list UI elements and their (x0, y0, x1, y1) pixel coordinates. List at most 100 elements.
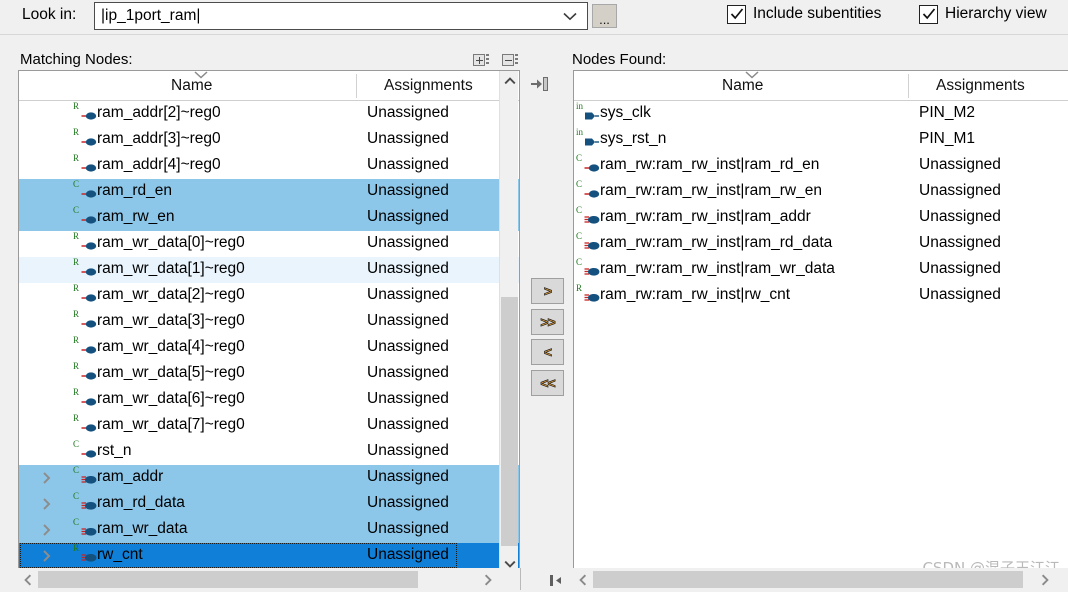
table-row[interactable]: Cram_wr_data Unassigned (19, 517, 519, 543)
table-row[interactable]: Rram_wr_data[7]~reg0 Unassigned (19, 413, 519, 439)
node-name: ram_wr_data[2]~reg0 (97, 286, 245, 303)
combinational-node-icon: C (73, 180, 97, 201)
table-row[interactable]: in sys_clk PIN_M2 (574, 101, 1068, 127)
nodes-found-hscrollbar[interactable] (573, 570, 1068, 589)
scroll-right-icon[interactable] (478, 570, 497, 589)
add-selected-button[interactable]: > (531, 278, 564, 304)
table-row[interactable]: Cram_rw_en Unassigned (19, 205, 519, 231)
hierarchy-view-label[interactable]: Hierarchy view (945, 5, 1047, 23)
expand-all-icon[interactable] (473, 54, 490, 69)
node-name: ram_rw_en (97, 208, 175, 225)
node-name: ram_wr_data[3]~reg0 (97, 312, 245, 329)
node-name: ram_wr_data[0]~reg0 (97, 234, 245, 251)
matching-nodes-vscrollbar[interactable] (499, 71, 518, 573)
column-header-assignments[interactable]: Assignments (936, 77, 1025, 95)
table-row[interactable]: Rram_wr_data[3]~reg0 Unassigned (19, 309, 519, 335)
table-row[interactable]: Rram_wr_data[0]~reg0 Unassigned (19, 231, 519, 257)
table-row[interactable]: Rram_wr_data[2]~reg0 Unassigned (19, 283, 519, 309)
table-row[interactable]: in sys_rst_n PIN_M1 (574, 127, 1068, 153)
scroll-left-icon[interactable] (18, 570, 37, 589)
table-row[interactable]: Rram_wr_data[4]~reg0 Unassigned (19, 335, 519, 361)
table-row[interactable]: Rram_wr_data[1]~reg0 Unassigned (19, 257, 519, 283)
column-header-name[interactable]: Name (722, 77, 763, 95)
table-row[interactable]: Rram_rw:ram_rw_inst|rw_cnt Unassigned (574, 283, 1068, 309)
table-row[interactable]: Cram_rw:ram_rw_inst|ram_rw_en Unassigned (574, 179, 1068, 205)
node-name: rst_n (97, 442, 132, 459)
register-node-icon: R (73, 336, 97, 357)
table-row[interactable]: Cram_rw:ram_rw_inst|ram_rd_en Unassigned (574, 153, 1068, 179)
browse-button[interactable]: ... (592, 4, 617, 28)
table-row[interactable]: Crst_n Unassigned (19, 439, 519, 465)
include-subentities-label[interactable]: Include subentities (753, 5, 881, 23)
matching-nodes-column-header: Name Assignments (19, 71, 519, 101)
input-pin-icon: in (576, 102, 599, 123)
table-row[interactable]: Cram_rw:ram_rw_inst|ram_addr Unassigned (574, 205, 1068, 231)
resize-grip-icon[interactable] (549, 574, 566, 589)
column-header-assignments[interactable]: Assignments (384, 77, 473, 95)
table-row[interactable]: Rrw_cnt Unassigned (19, 543, 519, 569)
node-name: ram_addr (97, 468, 164, 485)
toolbar-divider (0, 34, 1068, 35)
hierarchy-view-checkbox[interactable] (919, 5, 938, 24)
nodes-found-list[interactable]: Name Assignments in sys_clk PIN_M2 in sys_rs… (573, 70, 1068, 574)
node-assignment: Unassigned (919, 182, 1001, 199)
chevron-right-icon[interactable] (41, 471, 55, 485)
table-row[interactable]: Rram_wr_data[6]~reg0 Unassigned (19, 387, 519, 413)
table-row[interactable]: Rram_addr[4]~reg0 Unassigned (19, 153, 519, 179)
table-row[interactable]: Cram_rw:ram_rw_inst|ram_wr_data Unassigne… (574, 257, 1068, 283)
node-assignment: Unassigned (919, 260, 1001, 277)
chevron-right-icon[interactable] (41, 523, 55, 537)
table-row[interactable]: Rram_wr_data[5]~reg0 Unassigned (19, 361, 519, 387)
table-row[interactable]: Rram_addr[2]~reg0 Unassigned (19, 101, 519, 127)
remove-all-button[interactable]: << (531, 370, 564, 396)
node-name: ram_rw:ram_rw_inst|ram_rd_en (600, 156, 820, 173)
node-assignment: Unassigned (367, 416, 449, 433)
include-subentities-checkbox[interactable] (727, 5, 746, 24)
node-assignment: Unassigned (367, 130, 449, 147)
node-assignment: Unassigned (367, 390, 449, 407)
transfer-button-label: << (540, 375, 556, 392)
add-all-button[interactable]: >> (531, 309, 564, 335)
table-row[interactable]: Cram_addr Unassigned (19, 465, 519, 491)
node-assignment: Unassigned (367, 338, 449, 355)
matching-nodes-list[interactable]: Name Assignments Rram_addr[2]~reg0 Unassi… (18, 70, 520, 574)
table-row[interactable]: Rram_addr[3]~reg0 Unassigned (19, 127, 519, 153)
node-name: sys_clk (600, 104, 651, 121)
combinational-node-icon: C (73, 206, 97, 227)
scroll-left-icon[interactable] (573, 570, 592, 589)
nodes-found-rows[interactable]: in sys_clk PIN_M2 in sys_rst_n PIN_M1 Cram_rw:… (574, 101, 1068, 573)
node-assignment: Unassigned (367, 312, 449, 329)
scrollbar-thumb[interactable] (593, 571, 1023, 588)
node-assignment: Unassigned (367, 104, 449, 121)
look-in-combobox[interactable]: |ip_1port_ram| (94, 2, 588, 30)
chevron-right-icon[interactable] (41, 497, 55, 511)
collapse-all-icon[interactable] (502, 54, 519, 69)
register-node-icon: R (73, 362, 97, 383)
bus-node-icon: R (576, 284, 600, 305)
scrollbar-thumb[interactable] (38, 571, 418, 588)
matching-nodes-label: Matching Nodes: (20, 51, 133, 68)
node-name: ram_addr[4]~reg0 (97, 156, 221, 173)
node-name: ram_wr_data[5]~reg0 (97, 364, 245, 381)
register-node-icon: R (73, 128, 97, 149)
chevron-down-icon[interactable] (559, 3, 581, 29)
matching-nodes-hscrollbar[interactable] (18, 570, 520, 589)
nodes-found-label: Nodes Found: (572, 51, 667, 68)
scroll-right-icon[interactable] (1035, 570, 1054, 589)
node-assignment: Unassigned (367, 156, 449, 173)
table-row[interactable]: Cram_rd_en Unassigned (19, 179, 519, 205)
register-node-icon: R (73, 154, 97, 175)
column-header-name[interactable]: Name (171, 77, 212, 95)
expand-panel-icon[interactable] (530, 76, 550, 92)
remove-selected-button[interactable]: < (531, 339, 564, 365)
scrollbar-thumb[interactable] (501, 297, 518, 546)
toolbar: Look in: |ip_1port_ram| ... Include sube… (0, 0, 1068, 35)
node-assignment: Unassigned (367, 468, 449, 485)
scroll-up-icon[interactable] (500, 71, 519, 90)
matching-nodes-rows[interactable]: Rram_addr[2]~reg0 Unassigned Rram_addr[3]~… (19, 101, 519, 573)
node-assignment: Unassigned (367, 208, 449, 225)
table-row[interactable]: Cram_rd_data Unassigned (19, 491, 519, 517)
node-assignment: Unassigned (367, 260, 449, 277)
node-name: ram_addr[2]~reg0 (97, 104, 221, 121)
table-row[interactable]: Cram_rw:ram_rw_inst|ram_rd_data Unassigne… (574, 231, 1068, 257)
